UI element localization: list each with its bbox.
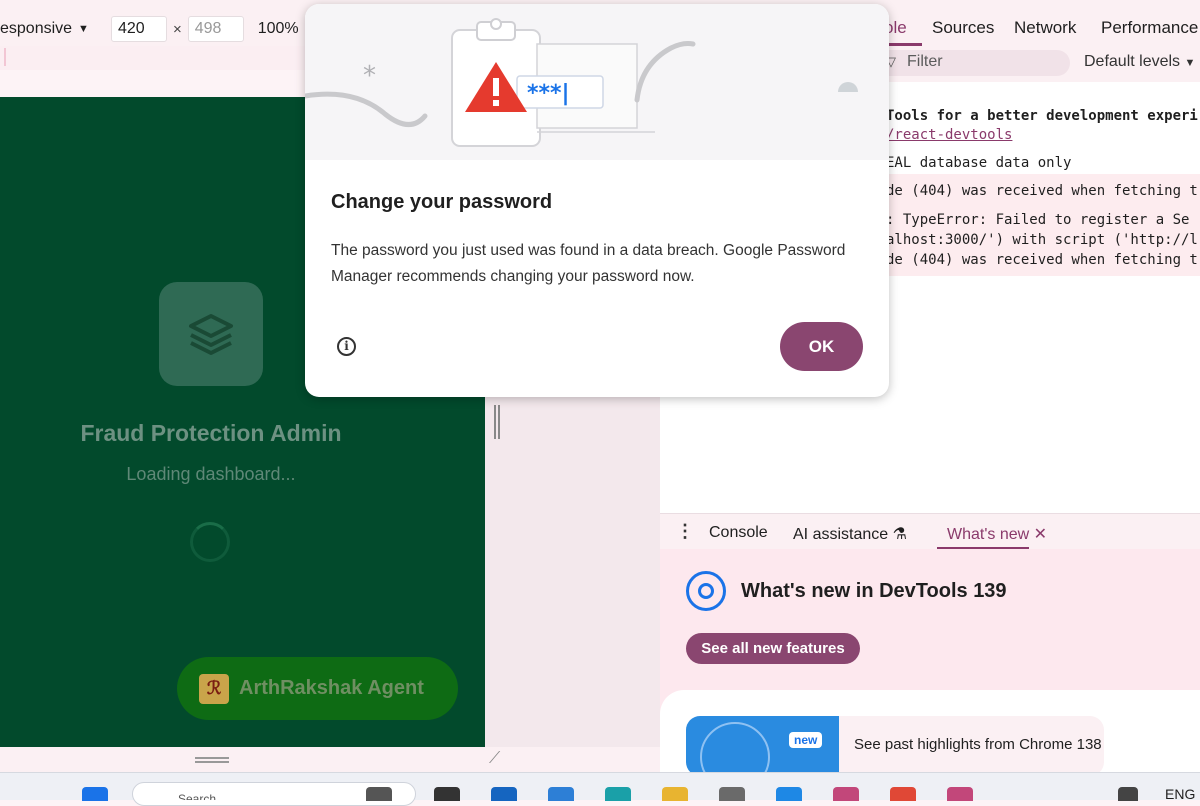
width-input[interactable]: 420 (110, 16, 167, 42)
store-icon[interactable] (491, 787, 517, 801)
masked-password-text: ***| (527, 81, 570, 106)
thumbnail-ring (700, 722, 770, 776)
device-toolbar-row: esponsive ▼ 420 × 498 100% ▼ (0, 12, 316, 46)
resize-handle-horizontal[interactable] (195, 757, 229, 765)
viewport-bottom-strip (0, 747, 660, 772)
media-query-marker (4, 48, 6, 66)
drawer-tab-whats-new[interactable]: What's new ✕ (947, 524, 1047, 544)
see-all-features-button[interactable]: See all new features (686, 633, 860, 664)
whats-new-title: What's new in DevTools 139 (741, 580, 1007, 602)
camera-icon[interactable] (366, 787, 392, 801)
chevron-down-icon: ▼ (1184, 57, 1196, 69)
drawer-tabbar: ⋮ Console AI assistance ⚗ What's new ✕ (660, 513, 1200, 550)
windows-taskbar: Search ENG (0, 772, 1200, 806)
agent-logo-icon: ℛ (199, 673, 229, 704)
drawer-tab-ai-assistance[interactable]: AI assistance ⚗ (793, 524, 907, 544)
device-select-label: esponsive (0, 20, 73, 37)
app-logo (159, 282, 263, 386)
layers-icon (189, 314, 233, 355)
height-input[interactable]: 498 (187, 16, 244, 42)
console-line: /react-devtools (886, 127, 1012, 143)
svg-text:*: * (363, 61, 376, 91)
password-breach-dialog: * ***| Change your password The password… (305, 4, 889, 397)
chevron-down-icon: ▼ (78, 23, 89, 35)
console-error-line: de (404) was received when fetching t (886, 252, 1198, 268)
vscode-icon[interactable] (776, 787, 802, 801)
log-levels-select[interactable]: Default levels ▼ (1084, 53, 1195, 71)
highlight-card-text: See past highlights from Chrome 138 (854, 736, 1102, 753)
dialog-body: The password you just used was found in … (331, 242, 846, 285)
console-link[interactable]: alhost:3000/') with script ('http://l (886, 232, 1198, 248)
agent-button-label: ArthRakshak Agent (239, 677, 424, 699)
filter-placeholder: Filter (907, 53, 943, 70)
filter-input[interactable] (870, 50, 1070, 76)
chrome-icon[interactable] (890, 787, 916, 801)
vscode-insiders-icon[interactable] (548, 787, 574, 801)
dialog-title: Change your password (331, 191, 553, 213)
password-warning-illustration: * ***| (305, 18, 858, 147)
resize-corner-icon[interactable]: ⟋ (489, 750, 500, 768)
app-title: Fraud Protection Admin (80, 420, 342, 446)
dimension-separator: × (172, 20, 182, 38)
file-explorer-icon[interactable] (662, 787, 688, 801)
console-line: EAL database data only (886, 155, 1072, 171)
close-icon[interactable]: ✕ (1034, 526, 1047, 543)
loading-text: Loading dashboard... (126, 464, 296, 484)
loading-spinner (190, 522, 230, 562)
console-link[interactable]: /react-devtools (886, 127, 1012, 143)
tab-performance[interactable]: Performance (1101, 18, 1198, 38)
flask-icon: ⚗ (892, 526, 907, 543)
tab-sources[interactable]: Sources (932, 18, 994, 38)
new-badge: new (789, 732, 823, 748)
console-error-line: : TypeError: Failed to register a Se (886, 212, 1190, 228)
log-levels-label: Default levels (1084, 53, 1181, 70)
console-error-line: de (404) was received when fetching t (886, 183, 1198, 199)
video-thumbnail: new (686, 716, 839, 776)
whats-new-panel: What's new in DevTools 139 See all new f… (660, 549, 1200, 776)
console-error-line: alhost:3000/') with script ('http://l (886, 232, 1198, 248)
dialog-illustration: * ***| (305, 4, 889, 160)
console-line: Tools for a better development experi (886, 108, 1198, 124)
zoom-select-label: 100% (257, 20, 299, 37)
task-view-icon[interactable] (434, 787, 460, 801)
agent-button[interactable]: ℛ ArthRakshak Agent (177, 657, 458, 720)
edge-icon[interactable] (605, 787, 631, 801)
tray-icon[interactable] (1118, 787, 1138, 801)
drawer-tab-ai-label: AI assistance (793, 526, 889, 543)
highlights-area: new See past highlights from Chrome 138 (660, 690, 1200, 776)
drawer-tab-console[interactable]: Console (709, 524, 768, 542)
tab-network[interactable]: Network (1014, 18, 1076, 38)
chrome-profile-2-icon[interactable] (947, 787, 973, 801)
settings-icon[interactable] (719, 787, 745, 801)
more-options-icon[interactable]: ⋮ (676, 521, 694, 542)
highlight-card[interactable]: new See past highlights from Chrome 138 (686, 716, 1104, 776)
device-select[interactable]: esponsive ▼ (0, 20, 89, 38)
ok-button[interactable]: OK (780, 322, 863, 371)
chrome-profile-icon[interactable] (833, 787, 859, 801)
windows-start-icon[interactable] (82, 787, 108, 801)
drawer-tab-whats-new-label: What's new (947, 526, 1030, 543)
taskbar-search-placeholder: Search (178, 792, 217, 800)
info-icon[interactable]: i (337, 337, 356, 356)
resize-handle-vertical[interactable] (494, 405, 502, 439)
chrome-icon (686, 571, 726, 611)
